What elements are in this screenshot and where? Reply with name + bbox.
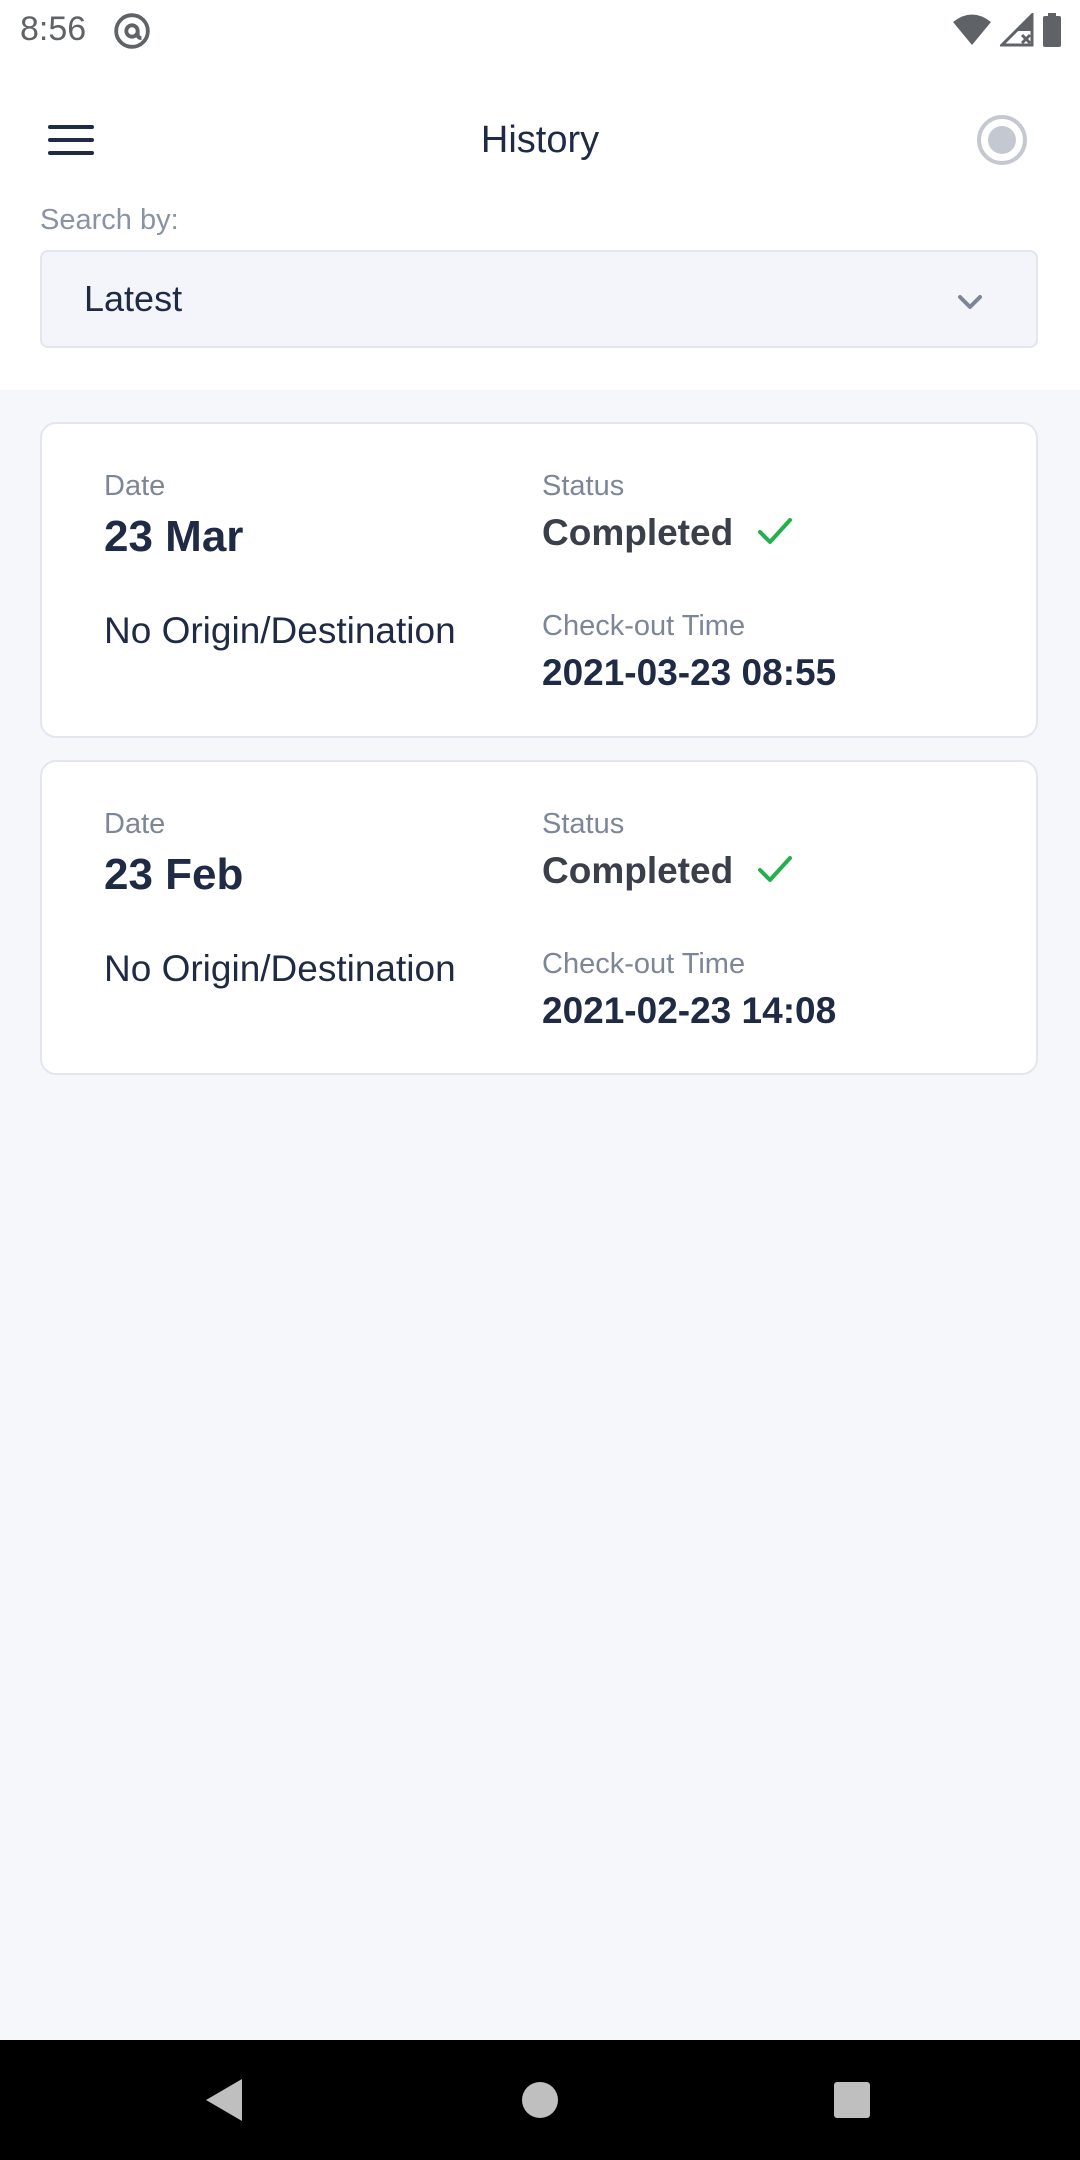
- status-value: Completed: [542, 850, 734, 891]
- checkout-label: Check-out Time: [542, 610, 746, 642]
- date-value: 23 Mar: [104, 512, 244, 561]
- battery-icon: [1043, 13, 1061, 47]
- at-sign-icon: [114, 13, 150, 49]
- history-card[interactable]: Date 23 Feb No Origin/Destination Status…: [40, 760, 1038, 1075]
- recents-icon[interactable]: [822, 2070, 882, 2130]
- record-icon[interactable]: [966, 104, 1038, 176]
- date-value: 23 Feb: [104, 850, 244, 899]
- chevron-down-icon: [958, 295, 982, 309]
- date-label: Date: [104, 470, 166, 502]
- route-text: No Origin/Destination: [104, 948, 456, 989]
- search-selected-value: Latest: [84, 278, 183, 319]
- search-by-dropdown[interactable]: Latest: [40, 250, 1038, 348]
- status-value: Completed: [542, 512, 734, 553]
- history-card[interactable]: Date 23 Mar No Origin/Destination Status…: [40, 422, 1038, 738]
- search-label: Search by:: [40, 204, 179, 236]
- wifi-icon: [953, 14, 991, 45]
- date-label: Date: [104, 808, 166, 840]
- status-bar: 8:56: [0, 0, 1080, 60]
- back-icon[interactable]: [196, 2070, 256, 2130]
- route-text: No Origin/Destination: [104, 610, 456, 651]
- system-nav-bar: [0, 2040, 1080, 2160]
- check-icon: [758, 856, 792, 882]
- home-icon[interactable]: [510, 2070, 570, 2130]
- checkout-label: Check-out Time: [542, 948, 746, 980]
- checkout-time: 2021-03-23 08:55: [542, 652, 837, 693]
- status-icons: [952, 12, 1062, 48]
- header: History Search by: Latest: [0, 60, 1080, 390]
- check-icon: [758, 518, 792, 544]
- status-label: Status: [542, 470, 625, 502]
- screen: 8:56 History Search by: Latest Date 23 M…: [0, 0, 1080, 2160]
- status-time: 8:56: [20, 10, 87, 48]
- status-label: Status: [542, 808, 625, 840]
- page-title: History: [480, 119, 600, 161]
- checkout-time: 2021-02-23 14:08: [542, 990, 837, 1031]
- signal-icon: [1000, 13, 1034, 47]
